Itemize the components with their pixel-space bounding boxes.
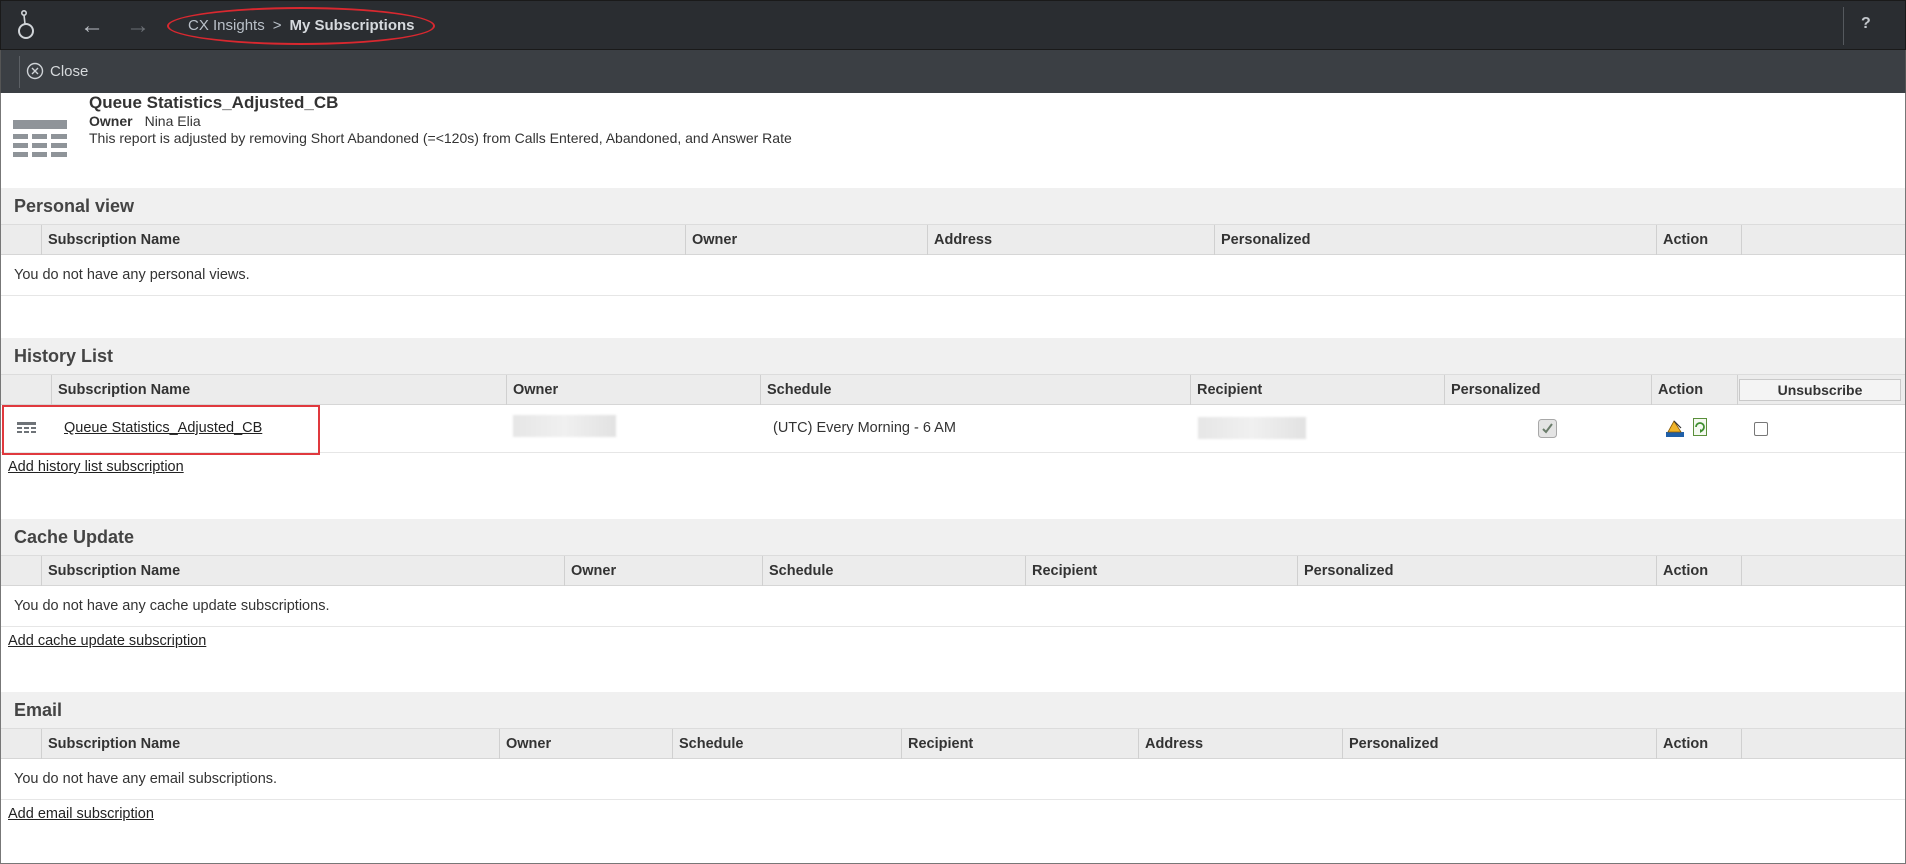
help-button[interactable]: ? xyxy=(1861,15,1871,33)
column-header-personalized[interactable]: Personalized xyxy=(1444,375,1651,405)
top-nav-bar: ← → CX Insights > My Subscriptions ? xyxy=(0,0,1906,50)
table-header: Subscription Name Owner Schedule Recipie… xyxy=(1,374,1905,405)
breadcrumb-root[interactable]: CX Insights xyxy=(188,17,265,34)
email-section: Email Subscription Name Owner Schedule R… xyxy=(1,692,1905,822)
schedule-value: (UTC) Every Morning - 6 AM xyxy=(773,420,956,436)
back-arrow-icon[interactable]: ← xyxy=(79,13,105,39)
column-header-action[interactable]: Action xyxy=(1651,375,1737,405)
breadcrumb-separator: > xyxy=(272,17,282,34)
column-header-action[interactable]: Action xyxy=(1656,729,1742,759)
column-header-blank xyxy=(1,225,41,255)
column-header-recipient[interactable]: Recipient xyxy=(901,729,1138,759)
column-header-blank xyxy=(1,375,51,405)
column-header-personalized[interactable]: Personalized xyxy=(1342,729,1656,759)
run-now-icon[interactable] xyxy=(1693,418,1707,436)
report-grid-icon xyxy=(13,120,67,157)
unsubscribe-button[interactable]: Unsubscribe xyxy=(1739,379,1901,401)
column-header-owner[interactable]: Owner xyxy=(499,729,672,759)
column-header-subscription-name[interactable]: Subscription Name xyxy=(41,556,564,586)
table-row[interactable]: Queue Statistics_Adjusted_CB (UTC) Every… xyxy=(1,405,1905,455)
personalized-check-icon[interactable] xyxy=(1538,419,1557,438)
column-header-subscription-name[interactable]: Subscription Name xyxy=(51,375,506,405)
column-header-personalized[interactable]: Personalized xyxy=(1214,225,1656,255)
breadcrumb-current: My Subscriptions xyxy=(289,17,415,34)
report-owner: Owner Nina Elia xyxy=(89,113,201,129)
section-title: History List xyxy=(1,338,1905,374)
page-content: Queue Statistics_Adjusted_CB Owner Nina E… xyxy=(0,93,1906,864)
column-header-address[interactable]: Address xyxy=(1138,729,1342,759)
table-header: Subscription Name Owner Schedule Recipie… xyxy=(1,555,1905,586)
app-logo-icon[interactable] xyxy=(15,9,37,43)
empty-message: You do not have any personal views. xyxy=(1,255,1905,296)
column-header-subscription-name[interactable]: Subscription Name xyxy=(41,729,499,759)
report-title: Queue Statistics_Adjusted_CB xyxy=(89,93,339,112)
recipient-redacted xyxy=(1198,417,1306,439)
close-icon xyxy=(26,62,44,80)
report-header: Queue Statistics_Adjusted_CB Owner Nina E… xyxy=(1,93,1905,188)
add-cache-update-subscription-link[interactable]: Add cache update subscription xyxy=(8,633,206,649)
column-header-blank xyxy=(1,556,41,586)
column-header-address[interactable]: Address xyxy=(927,225,1214,255)
section-title: Email xyxy=(1,692,1905,728)
unsubscribe-checkbox[interactable] xyxy=(1754,422,1768,436)
edit-subscription-icon[interactable] xyxy=(1665,418,1685,438)
report-description: This report is adjusted by removing Shor… xyxy=(89,130,792,146)
column-header-owner[interactable]: Owner xyxy=(506,375,760,405)
section-title: Personal view xyxy=(1,188,1905,224)
close-button[interactable]: Close xyxy=(26,62,88,80)
add-email-subscription-link[interactable]: Add email subscription xyxy=(8,806,154,822)
column-header-blank xyxy=(1,729,41,759)
history-list-section: History List Subscription Name Owner Sch… xyxy=(1,338,1905,475)
column-header-action[interactable]: Action xyxy=(1656,225,1742,255)
column-header-recipient[interactable]: Recipient xyxy=(1025,556,1297,586)
empty-message: You do not have any email subscriptions. xyxy=(1,759,1905,800)
close-label: Close xyxy=(50,62,89,80)
add-history-list-subscription-link[interactable]: Add history list subscription xyxy=(8,459,184,475)
column-header-schedule[interactable]: Schedule xyxy=(762,556,1025,586)
section-title: Cache Update xyxy=(1,519,1905,555)
personal-view-section: Personal view Subscription Name Owner Ad… xyxy=(1,188,1905,296)
report-grid-icon xyxy=(17,422,36,433)
column-header-schedule[interactable]: Schedule xyxy=(760,375,1190,405)
owner-label: Owner xyxy=(89,113,133,129)
divider xyxy=(19,56,20,88)
subscription-name-link[interactable]: Queue Statistics_Adjusted_CB xyxy=(64,420,262,436)
column-header-personalized[interactable]: Personalized xyxy=(1297,556,1656,586)
column-header-subscription-name[interactable]: Subscription Name xyxy=(41,225,685,255)
cache-update-section: Cache Update Subscription Name Owner Sch… xyxy=(1,519,1905,649)
table-header: Subscription Name Owner Address Personal… xyxy=(1,224,1905,255)
table-header: Subscription Name Owner Schedule Recipie… xyxy=(1,728,1905,759)
owner-name: Nina Elia xyxy=(144,113,201,129)
breadcrumb: CX Insights > My Subscriptions xyxy=(188,17,415,34)
column-header-owner[interactable]: Owner xyxy=(685,225,927,255)
column-header-schedule[interactable]: Schedule xyxy=(672,729,901,759)
empty-message: You do not have any cache update subscri… xyxy=(1,586,1905,627)
owner-redacted xyxy=(513,415,616,437)
forward-arrow-icon[interactable]: → xyxy=(125,13,151,39)
column-header-recipient[interactable]: Recipient xyxy=(1190,375,1444,405)
toolbar: Close xyxy=(0,50,1906,93)
divider xyxy=(1843,7,1844,45)
column-header-owner[interactable]: Owner xyxy=(564,556,762,586)
column-header-action[interactable]: Action xyxy=(1656,556,1742,586)
